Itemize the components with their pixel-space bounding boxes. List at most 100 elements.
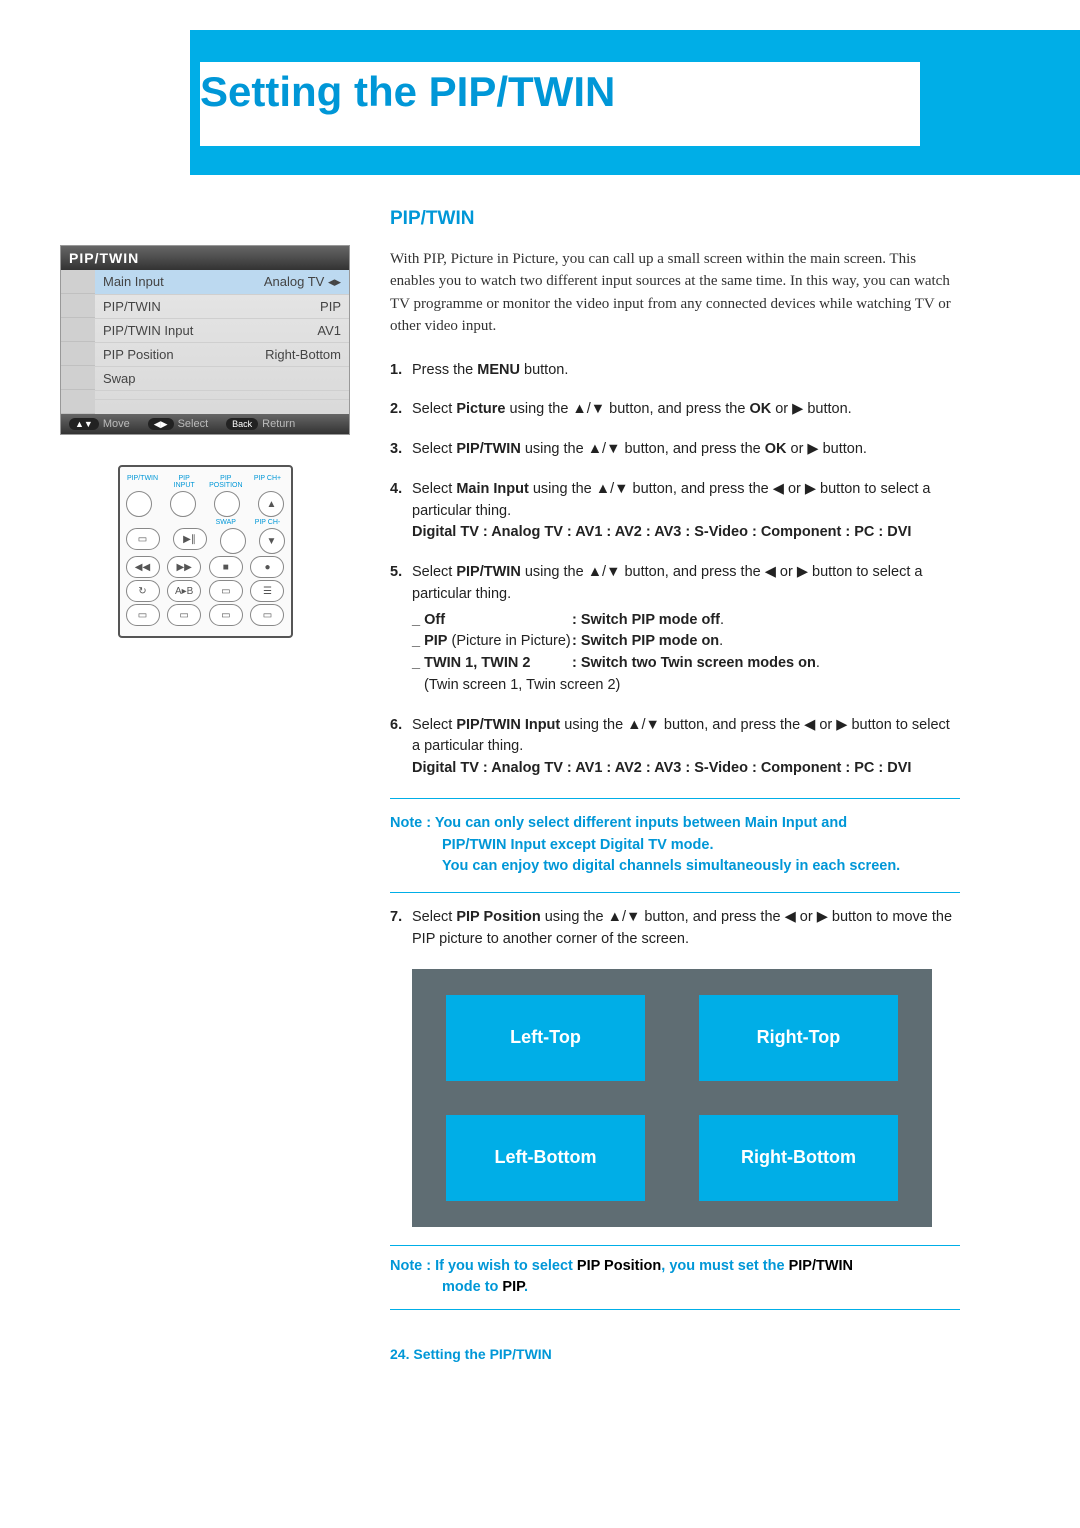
text-bold: OK xyxy=(749,401,771,417)
osd-foot-return: Return xyxy=(262,418,295,430)
position-right-top: Right-Top xyxy=(699,995,898,1081)
text-bold: PIP Position xyxy=(456,909,540,925)
remote-button-down: ▼ xyxy=(259,528,285,554)
text: or ▶ button. xyxy=(786,441,866,457)
separator xyxy=(390,1309,960,1310)
text: Select xyxy=(412,441,456,457)
remote-label: PIP CH- xyxy=(250,519,284,526)
back-pill-icon: Back xyxy=(226,418,258,430)
text: (Picture in Picture) xyxy=(447,633,570,649)
osd-row-pip-position: PIP Position Right-Bottom xyxy=(95,343,349,367)
text-bold: : Switch two Twin screen modes on xyxy=(572,655,816,671)
step-number: 6. xyxy=(390,715,402,737)
step-7: 7. Select PIP Position using the ▲/▼ but… xyxy=(390,907,960,951)
remote-button: ▭ xyxy=(209,580,243,602)
content-column: PIP/TWIN With PIP, Picture in Picture, y… xyxy=(390,205,960,1365)
remote-button: ▭ xyxy=(209,604,243,626)
remote-control: PIP/TWIN PIP INPUT PIP POSITION PIP CH+ … xyxy=(118,465,293,638)
note-pip-position: Note : If you wish to select PIP Positio… xyxy=(390,1256,960,1300)
option-twin: _ TWIN 1, TWIN 2 : Switch two Twin scree… xyxy=(412,653,960,675)
text: using the ▲/▼ button, and press the xyxy=(506,401,750,417)
text: . xyxy=(719,633,723,649)
remote-button: ▶▶ xyxy=(167,556,201,578)
osd-label: PIP/TWIN xyxy=(103,299,161,314)
text: using the ▲/▼ button, and press the xyxy=(521,441,765,457)
note-inputs: Note : You can only select different inp… xyxy=(390,809,960,882)
note-text: mode to xyxy=(442,1279,502,1295)
osd-row-piptwin-input: PIP/TWIN Input AV1 xyxy=(95,319,349,343)
text: Select xyxy=(412,401,456,417)
text-bold: MENU xyxy=(477,362,520,378)
text-bold: : Switch PIP mode on xyxy=(572,633,719,649)
text-bold: Main Input xyxy=(456,481,529,497)
osd-value: AV1 xyxy=(317,323,341,338)
options-list: Digital TV : Analog TV : AV1 : AV2 : AV3… xyxy=(412,760,911,776)
note-text: If you wish to select xyxy=(435,1258,577,1274)
osd-footer: ▲▼Move ◀▶Select BackReturn xyxy=(61,414,349,434)
note-text: You can only select different inputs bet… xyxy=(435,815,847,831)
separator xyxy=(390,798,960,799)
note-text: . xyxy=(524,1279,528,1295)
remote-button xyxy=(220,528,246,554)
remote-label: PIP POSITION xyxy=(209,475,243,489)
position-left-bottom: Left-Bottom xyxy=(446,1115,645,1201)
step-number: 2. xyxy=(390,399,402,421)
remote-button: ● xyxy=(250,556,284,578)
step-6: 6. Select PIP/TWIN Input using the ▲/▼ b… xyxy=(390,715,960,780)
option-off: _ Off : Switch PIP mode off. xyxy=(412,610,960,632)
text: . xyxy=(720,612,724,628)
note-label: Note : xyxy=(390,815,435,831)
text-bold: PIP Position xyxy=(577,1258,661,1274)
step-number: 1. xyxy=(390,360,402,382)
remote-label: SWAP xyxy=(209,519,243,526)
osd-row-main-input: Main Input Analog TV ◂▸ xyxy=(95,270,349,295)
position-left-top: Left-Top xyxy=(446,995,645,1081)
text-bold: _ Off xyxy=(412,612,445,628)
left-column: PIP/TWIN Main Input Analog TV ◂▸ PIP/TWI… xyxy=(60,245,350,638)
options-list: Digital TV : Analog TV : AV1 : AV2 : AV3… xyxy=(412,524,911,540)
text-bold: PIP/TWIN xyxy=(456,441,520,457)
osd-row-piptwin: PIP/TWIN PIP xyxy=(95,295,349,319)
remote-button: ▶∥ xyxy=(173,528,207,550)
text: Select xyxy=(412,717,456,733)
separator xyxy=(390,1245,960,1246)
step-number: 4. xyxy=(390,479,402,501)
text-bold: PIP/TWIN xyxy=(789,1258,853,1274)
remote-button: ■ xyxy=(209,556,243,578)
osd-label: PIP Position xyxy=(103,347,174,362)
osd-title: PIP/TWIN xyxy=(61,246,349,270)
remote-label: PIP INPUT xyxy=(167,475,201,489)
remote-button-up: ▲ xyxy=(258,491,284,517)
remote-button: ▭ xyxy=(126,604,160,626)
remote-button xyxy=(170,491,196,517)
osd-row-empty xyxy=(95,391,349,400)
text: . xyxy=(816,655,820,671)
remote-button: ☰ xyxy=(250,580,284,602)
remote-button: A▸B xyxy=(167,580,201,602)
osd-row-swap: Swap xyxy=(95,367,349,391)
updown-icon: ▲▼ xyxy=(69,418,99,430)
note-label: Note : xyxy=(390,1258,435,1274)
osd-value: Analog TV ◂▸ xyxy=(264,274,341,290)
text-bold: PIP/TWIN xyxy=(456,564,520,580)
text-bold: PIP/TWIN Input xyxy=(456,717,560,733)
intro-paragraph: With PIP, Picture in Picture, you can ca… xyxy=(390,248,960,338)
text: Select xyxy=(412,481,456,497)
remote-button: ▭ xyxy=(167,604,201,626)
text-bold: _ PIP xyxy=(412,633,447,649)
step-4: 4. Select Main Input using the ▲/▼ butto… xyxy=(390,479,960,544)
step-number: 3. xyxy=(390,439,402,461)
remote-button xyxy=(126,491,152,517)
remote-label: PIP CH+ xyxy=(250,475,284,489)
option-twin-note: (Twin screen 1, Twin screen 2) xyxy=(424,675,960,697)
step-number: 7. xyxy=(390,907,402,929)
separator xyxy=(390,892,960,893)
remote-button: ▭ xyxy=(250,604,284,626)
osd-value: Right-Bottom xyxy=(265,347,341,362)
text: Press the xyxy=(412,362,477,378)
text: button. xyxy=(520,362,568,378)
step-3: 3. Select PIP/TWIN using the ▲/▼ button,… xyxy=(390,439,960,461)
pip-position-diagram: Left-Top Right-Top Left-Bottom Right-Bot… xyxy=(412,969,932,1227)
remote-button: ▭ xyxy=(126,528,160,550)
osd-foot-move: Move xyxy=(103,418,130,430)
